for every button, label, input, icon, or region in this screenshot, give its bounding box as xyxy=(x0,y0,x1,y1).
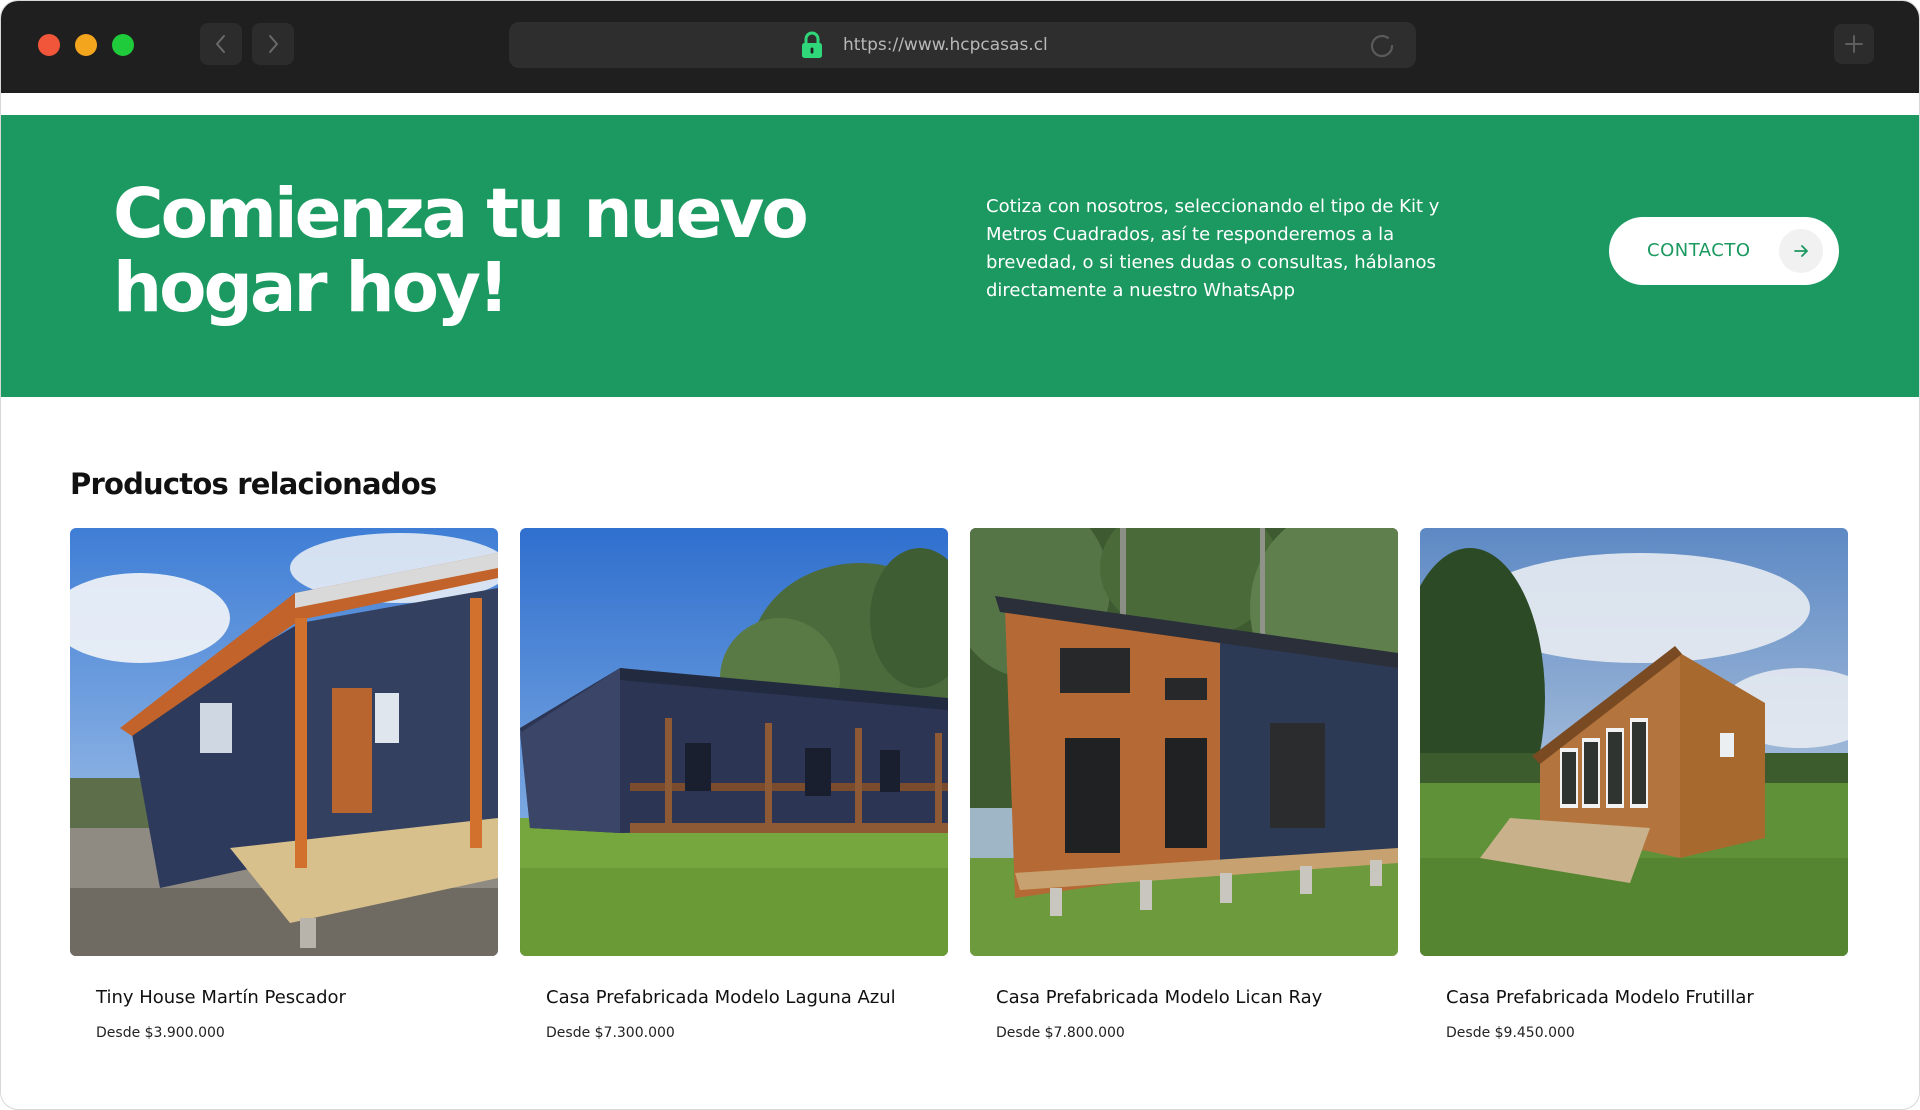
minimize-window-button[interactable] xyxy=(75,34,97,56)
address-bar[interactable]: https://www.hcpcasas.cl xyxy=(509,22,1416,68)
contact-button[interactable]: CONTACTO xyxy=(1609,217,1839,285)
product-card[interactable]: Casa Prefabricada Modelo Laguna Azul Des… xyxy=(520,528,948,1048)
product-name[interactable]: Casa Prefabricada Modelo Lican Ray xyxy=(996,987,1322,1008)
url-text[interactable]: https://www.hcpcasas.cl xyxy=(843,22,1048,68)
product-image[interactable] xyxy=(970,528,1398,956)
product-price: Desde $3.900.000 xyxy=(96,1025,225,1041)
browser-window: https://www.hcpcasas.cl Comienza tu nuev… xyxy=(0,0,1920,1110)
browser-toolbar: https://www.hcpcasas.cl xyxy=(1,1,1919,93)
forward-button[interactable] xyxy=(252,23,294,65)
product-name[interactable]: Casa Prefabricada Modelo Frutillar xyxy=(1446,987,1754,1008)
product-name[interactable]: Casa Prefabricada Modelo Laguna Azul xyxy=(546,987,896,1008)
cta-banner: Comienza tu nuevo hogar hoy! Cotiza con … xyxy=(1,115,1919,397)
product-card[interactable]: Casa Prefabricada Modelo Frutillar Desde… xyxy=(1420,528,1848,1048)
new-tab-button[interactable] xyxy=(1834,24,1874,64)
chevron-right-icon xyxy=(269,35,278,53)
product-image[interactable] xyxy=(520,528,948,956)
page-top-gap xyxy=(1,93,1919,115)
product-card[interactable]: Casa Prefabricada Modelo Lican Ray Desde… xyxy=(970,528,1398,1048)
lock-icon xyxy=(802,31,822,58)
product-price: Desde $9.450.000 xyxy=(1446,1025,1575,1041)
product-image[interactable] xyxy=(1420,528,1848,956)
plus-icon xyxy=(1845,35,1863,53)
related-products-title: Productos relacionados xyxy=(70,467,437,501)
product-image[interactable] xyxy=(70,528,498,956)
close-window-button[interactable] xyxy=(38,34,60,56)
banner-title: Comienza tu nuevo hogar hoy! xyxy=(113,174,809,328)
reload-icon[interactable] xyxy=(1368,32,1396,60)
zoom-window-button[interactable] xyxy=(112,34,134,56)
product-price: Desde $7.300.000 xyxy=(546,1025,675,1041)
product-card[interactable]: Tiny House Martín Pescador Desde $3.900.… xyxy=(70,528,498,1048)
product-name[interactable]: Tiny House Martín Pescador xyxy=(96,987,346,1008)
back-button[interactable] xyxy=(200,23,242,65)
product-price: Desde $7.800.000 xyxy=(996,1025,1125,1041)
chevron-left-icon xyxy=(216,35,225,53)
banner-description: Cotiza con nosotros, seleccionando el ti… xyxy=(986,196,1440,301)
arrow-right-icon xyxy=(1779,229,1823,273)
contact-button-label: CONTACTO xyxy=(1647,240,1751,261)
